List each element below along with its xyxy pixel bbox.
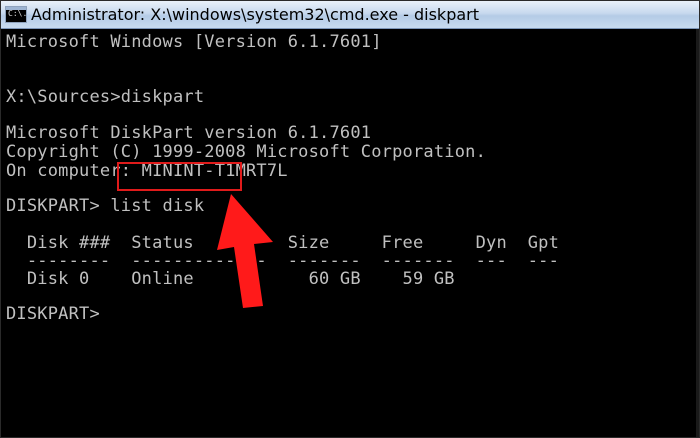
disk-table-separator: -------- ------------- ------- ------- -…	[6, 251, 560, 271]
console-right-edge	[696, 29, 699, 437]
console-output[interactable]: Microsoft Windows [Version 6.1.7601] X:\…	[1, 29, 699, 437]
console-line-current-prompt: DISKPART>	[6, 304, 100, 324]
disk-table-header: Disk ### Status Size Free Dyn Gpt	[6, 233, 560, 253]
cmd-window: C:\. Administrator: X:\windows\system32\…	[0, 0, 700, 438]
title-bar[interactable]: C:\. Administrator: X:\windows\system32\…	[1, 1, 699, 29]
cmd-app-icon[interactable]: C:\.	[5, 6, 27, 23]
console-line-version: Microsoft Windows [Version 6.1.7601]	[6, 32, 382, 52]
console-line-list-disk-command: DISKPART> list disk	[6, 196, 205, 216]
console-line-copyright: Copyright (C) 1999-2008 Microsoft Corpor…	[6, 142, 487, 162]
console-line-diskpart-version: Microsoft DiskPart version 6.1.7601	[6, 123, 372, 143]
console-line-prompt-diskpart: X:\Sources>diskpart	[6, 87, 205, 107]
window-title: Administrator: X:\windows\system32\cmd.e…	[31, 5, 479, 24]
command-highlight-box	[117, 162, 242, 191]
red-arrow-icon	[217, 194, 273, 308]
